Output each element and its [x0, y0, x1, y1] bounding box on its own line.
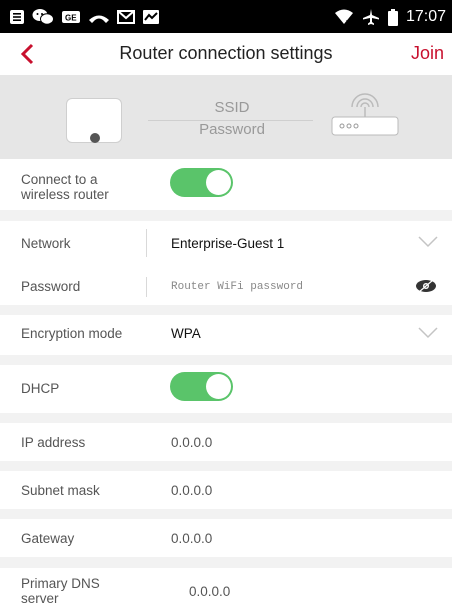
password-caption: Password — [199, 121, 265, 138]
eye-icon[interactable] — [415, 279, 437, 293]
toggle-knob — [206, 170, 231, 195]
encryption-label: Encryption mode — [21, 326, 123, 341]
ge-icon: GE — [61, 9, 81, 25]
activity-icon — [142, 9, 160, 25]
title-bar: Router connection settings Join — [0, 33, 452, 75]
toggle-knob — [206, 374, 231, 399]
clock: 17:07 — [405, 8, 446, 25]
password-input[interactable] — [171, 279, 391, 295]
device-icon — [66, 98, 122, 143]
notes-icon — [9, 9, 25, 25]
chevron-down-icon[interactable] — [418, 327, 438, 339]
section-divider — [0, 509, 452, 519]
airplane-icon — [362, 8, 380, 26]
page-title: Router connection settings — [119, 43, 333, 63]
field-divider — [146, 229, 147, 257]
subnet-input[interactable]: 0.0.0.0 — [171, 483, 212, 498]
battery-icon — [387, 8, 398, 26]
field-divider — [146, 277, 147, 297]
connection-banner: SSID Password — [0, 75, 452, 159]
connect-label: Connect to a wireless router — [21, 172, 109, 202]
section-divider — [0, 355, 452, 365]
section-divider — [0, 413, 452, 423]
password-label: Password — [21, 279, 81, 294]
dns-input[interactable]: 0.0.0.0 — [189, 584, 230, 599]
svg-text:x: x — [346, 19, 350, 25]
connect-toggle[interactable] — [170, 168, 233, 197]
gateway-input[interactable]: 0.0.0.0 — [171, 531, 212, 546]
ip-label: IP address — [21, 435, 86, 450]
chevron-down-icon[interactable] — [418, 236, 438, 248]
system-icons: x 17:07 — [334, 7, 446, 27]
encryption-select[interactable]: WPA — [171, 326, 201, 341]
mail-icon — [117, 10, 135, 24]
dhcp-label: DHCP — [21, 381, 60, 396]
svg-text:GE: GE — [65, 14, 77, 23]
wechat-icon — [32, 8, 54, 26]
router-icon — [330, 85, 400, 140]
network-select[interactable]: Enterprise-Guest 1 — [171, 236, 284, 251]
join-button[interactable]: Join — [411, 43, 444, 64]
section-divider — [0, 461, 452, 471]
gateway-label: Gateway — [21, 531, 75, 546]
dhcp-toggle[interactable] — [170, 372, 233, 401]
notification-icons: GE — [9, 7, 160, 27]
status-bar: GE x 17:07 — [0, 0, 452, 33]
subnet-label: Subnet mask — [21, 483, 100, 498]
network-label: Network — [21, 236, 71, 251]
wifi-icon: x — [334, 9, 354, 25]
section-divider — [0, 557, 452, 568]
section-divider — [0, 305, 452, 315]
device-button — [90, 133, 100, 143]
missed-call-icon — [88, 10, 110, 24]
section-divider — [0, 210, 452, 221]
ip-input[interactable]: 0.0.0.0 — [171, 435, 212, 450]
ssid-label: SSID — [214, 99, 250, 116]
dns-label: Primary DNS server — [21, 576, 100, 606]
